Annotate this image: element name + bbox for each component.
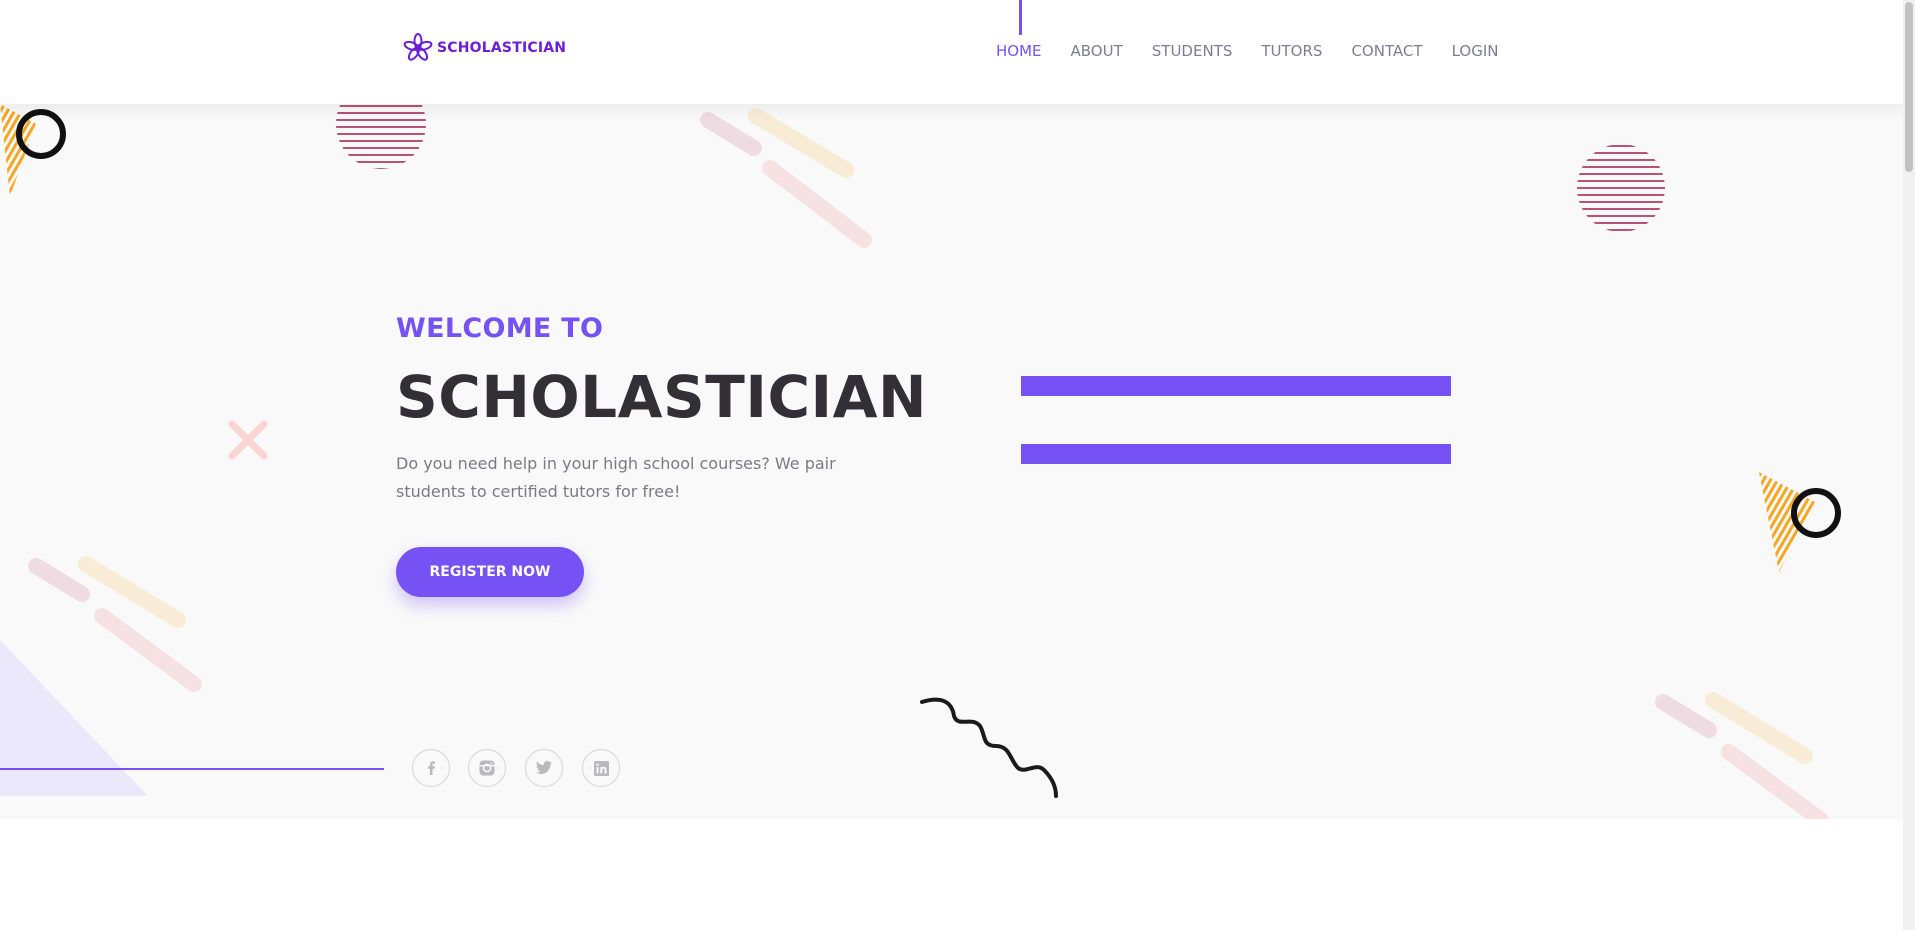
nav-item-contact[interactable]: CONTACT xyxy=(1351,42,1422,60)
facebook-icon xyxy=(428,761,435,775)
main-nav: HOME ABOUT STUDENTS TUTORS CONTACT LOGIN xyxy=(996,42,1527,60)
striped-triangle-decoration xyxy=(0,104,66,196)
linkedin-link[interactable] xyxy=(582,749,620,787)
twitter-link[interactable] xyxy=(525,749,563,787)
squiggle-decoration xyxy=(920,697,1058,798)
scrollbar-thumb[interactable] xyxy=(1905,2,1913,172)
nav-item-login[interactable]: LOGIN xyxy=(1452,42,1499,60)
logo[interactable]: SCHOLASTICIAN xyxy=(403,33,566,63)
page-scrollbar[interactable] xyxy=(1903,0,1915,930)
nav-active-indicator xyxy=(1019,0,1022,35)
linkedin-icon xyxy=(593,760,609,776)
hero-graphic-bar xyxy=(1021,376,1451,396)
welcome-heading: WELCOME TO xyxy=(396,313,604,344)
nav-item-tutors[interactable]: TUTORS xyxy=(1261,42,1322,60)
diagonal-bars-decoration xyxy=(1655,692,1829,819)
striped-circle-decoration xyxy=(1577,145,1665,231)
site-header: SCHOLASTICIAN HOME ABOUT STUDENTS TUTORS… xyxy=(0,0,1903,104)
register-now-button[interactable]: REGISTER NOW xyxy=(396,547,584,597)
triangle-decoration xyxy=(0,640,148,796)
hero-graphic-bar xyxy=(1021,444,1451,464)
nav-item-about[interactable]: ABOUT xyxy=(1071,42,1123,60)
striped-triangle-decoration xyxy=(1759,472,1841,572)
flower-icon xyxy=(403,33,433,63)
diagonal-bars-decoration xyxy=(700,108,872,248)
hero-title: SCHOLASTICIAN xyxy=(396,363,928,431)
cross-decoration xyxy=(228,420,268,460)
instagram-link[interactable] xyxy=(468,749,506,787)
social-divider-line xyxy=(0,768,384,770)
nav-item-students[interactable]: STUDENTS xyxy=(1152,42,1233,60)
logo-text: SCHOLASTICIAN xyxy=(437,40,567,56)
hero-tagline: Do you need help in your high school cou… xyxy=(396,454,836,501)
striped-circle-decoration xyxy=(336,105,426,169)
nav-item-home[interactable]: HOME xyxy=(996,42,1042,60)
facebook-link[interactable] xyxy=(412,749,450,787)
instagram-icon xyxy=(479,760,495,776)
hero-section: WELCOME TO SCHOLASTICIAN Do you need hel… xyxy=(0,104,1903,819)
twitter-icon xyxy=(536,761,552,774)
